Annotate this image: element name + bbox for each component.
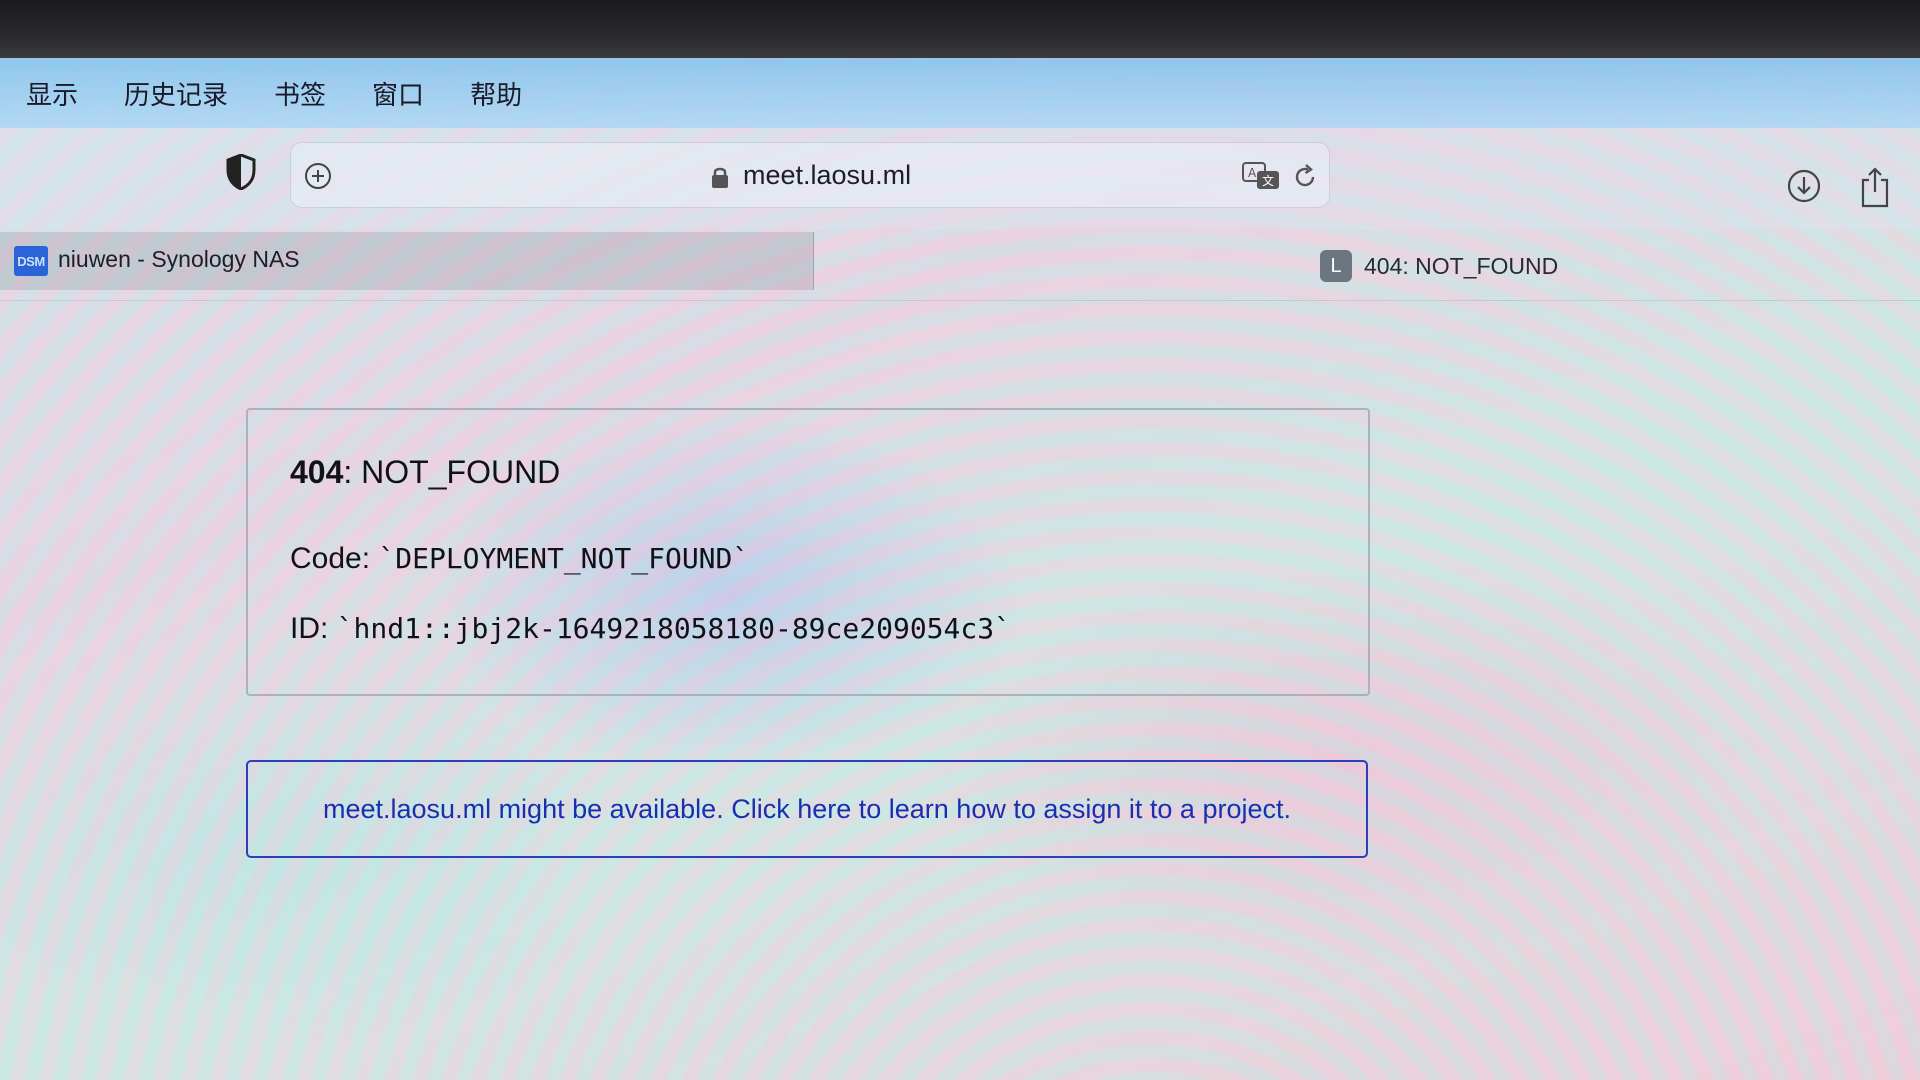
lock-icon bbox=[712, 167, 728, 188]
error-status-text: : NOT_FOUND bbox=[343, 454, 561, 490]
assign-project-notice[interactable]: meet.laosu.ml might be available. Click … bbox=[246, 760, 1368, 858]
error-id-line: ID: `hnd1::jbj2k-1649218058180-89ce20905… bbox=[290, 612, 1011, 646]
browser-toolbar: meet.laosu.ml A 文 bbox=[0, 128, 1920, 230]
svg-text:文: 文 bbox=[1262, 173, 1274, 188]
error-heading: 404: NOT_FOUND bbox=[290, 454, 560, 491]
menu-history[interactable]: 历史记录 bbox=[124, 75, 228, 112]
share-icon[interactable] bbox=[1860, 166, 1890, 208]
error-code-value: `DEPLOYMENT_NOT_FOUND` bbox=[378, 542, 750, 575]
error-code-label: Code: bbox=[290, 542, 379, 575]
address-bar[interactable]: meet.laosu.ml A 文 bbox=[290, 142, 1330, 208]
svg-text:A: A bbox=[1248, 166, 1257, 180]
tab-bar: DSM niuwen - Synology NAS L 404: NOT_FOU… bbox=[0, 230, 1920, 301]
tab-synology-nas[interactable]: DSM niuwen - Synology NAS bbox=[0, 232, 814, 290]
monitor-bezel bbox=[0, 0, 1920, 58]
translate-icon[interactable]: A 文 bbox=[1241, 161, 1281, 191]
menu-window[interactable]: 窗口 bbox=[372, 75, 424, 112]
menu-help[interactable]: 帮助 bbox=[470, 75, 522, 112]
dsm-favicon-icon: DSM bbox=[14, 246, 48, 276]
download-icon[interactable] bbox=[1786, 168, 1822, 204]
error-status-code: 404 bbox=[290, 454, 344, 490]
tab-404-not-found[interactable]: L 404: NOT_FOUND bbox=[1320, 246, 1558, 286]
error-panel: 404: NOT_FOUND Code: `DEPLOYMENT_NOT_FOU… bbox=[246, 408, 1370, 696]
error-id-label: ID: bbox=[290, 612, 337, 645]
menu-view[interactable]: 显示 bbox=[26, 75, 78, 112]
menu-bar: 显示 历史记录 书签 窗口 帮助 bbox=[0, 58, 1920, 128]
shield-icon[interactable] bbox=[226, 154, 256, 190]
tab-title: 404: NOT_FOUND bbox=[1364, 252, 1559, 279]
menu-bookmarks[interactable]: 书签 bbox=[274, 75, 326, 112]
error-code-line: Code: `DEPLOYMENT_NOT_FOUND` bbox=[290, 542, 749, 576]
tab-title: niuwen - Synology NAS bbox=[58, 246, 300, 272]
l-favicon-icon: L bbox=[1320, 250, 1352, 282]
new-tab-icon[interactable] bbox=[303, 161, 333, 191]
url-text[interactable]: meet.laosu.ml bbox=[743, 160, 911, 191]
reload-icon[interactable] bbox=[1291, 163, 1319, 191]
assign-project-link[interactable]: meet.laosu.ml might be available. Click … bbox=[323, 794, 1291, 825]
error-id-value: `hnd1::jbj2k-1649218058180-89ce209054c3` bbox=[336, 612, 1011, 645]
